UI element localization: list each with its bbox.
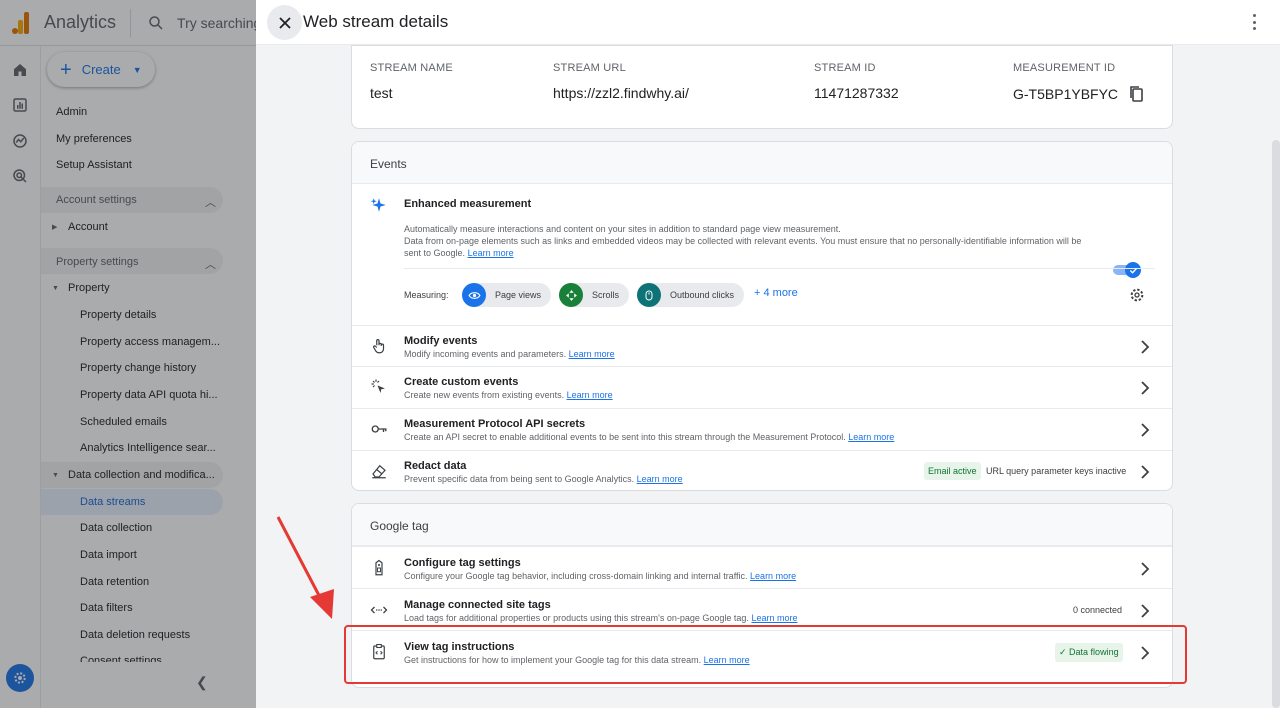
redact-data-learn-more[interactable]: Learn more: [637, 474, 683, 484]
enhanced-measurement-section: Enhanced measurement Automatically measu…: [352, 184, 1172, 325]
configure-tag-title: Configure tag settings: [404, 557, 521, 569]
eraser-icon: [372, 464, 386, 479]
google-tag-header: [352, 504, 1172, 546]
modify-events-desc-text: Modify incoming events and parameters.: [404, 349, 567, 359]
chip-scrolls-label: Scrolls: [592, 290, 620, 300]
chip-outbound-clicks[interactable]: Outbound clicks: [637, 283, 745, 307]
events-card: Events Enhanced measurement Automaticall…: [351, 141, 1173, 491]
create-custom-events-row[interactable]: Create custom events Create new events f…: [352, 366, 1172, 408]
code-arrows-icon: [370, 606, 388, 614]
chip-scrolls[interactable]: Scrolls: [559, 283, 630, 307]
events-header: [352, 142, 1172, 184]
measuring-label: Measuring:: [404, 290, 449, 300]
chevron-right-icon: [1141, 465, 1150, 479]
email-active-badge: Email active: [924, 462, 981, 480]
scroll-icon: [559, 283, 583, 307]
touch-icon: [373, 339, 385, 354]
stream-url-label: STREAM URL: [553, 62, 626, 74]
highlight-box: [344, 625, 1187, 684]
url-query-badge: URL query parameter keys inactive: [986, 466, 1127, 476]
create-custom-events-title: Create custom events: [404, 376, 519, 388]
tag-icon: [375, 559, 383, 576]
create-custom-events-desc: Create new events from existing events. …: [404, 390, 613, 400]
connected-count: 0 connected: [1073, 605, 1123, 615]
configure-tag-desc-text: Configure your Google tag behavior, incl…: [404, 571, 748, 581]
enhanced-learn-more-link[interactable]: Learn more: [468, 248, 514, 258]
redact-data-title: Redact data: [404, 460, 467, 472]
stream-name-label: STREAM NAME: [370, 62, 453, 74]
measurement-id-row: G-T5BP1YBFYC: [1013, 85, 1144, 103]
redact-data-desc-text: Prevent specific data from being sent to…: [404, 474, 635, 484]
annotation-arrow-icon: [276, 516, 334, 619]
create-custom-events-learn-more[interactable]: Learn more: [567, 390, 613, 400]
stream-id-label: STREAM ID: [814, 62, 876, 74]
measurement-id-label: MEASUREMENT ID: [1013, 62, 1116, 74]
modify-events-learn-more[interactable]: Learn more: [569, 349, 615, 359]
manage-connected-tags-title: Manage connected site tags: [404, 599, 551, 611]
measurement-id-value: G-T5BP1YBFYC: [1013, 86, 1119, 102]
google-tag-title: Google tag: [370, 519, 429, 533]
close-icon: [278, 16, 291, 29]
measurement-protocol-learn-more[interactable]: Learn more: [848, 432, 894, 442]
create-custom-events-desc-text: Create new events from existing events.: [404, 390, 565, 400]
enhanced-measurement-toggle[interactable]: [1113, 262, 1141, 278]
modify-events-row[interactable]: Modify events Modify incoming events and…: [352, 325, 1172, 366]
redact-data-row[interactable]: Redact data Prevent specific data from b…: [352, 450, 1172, 490]
panel-header: Web stream details: [256, 0, 1280, 45]
events-title: Events: [370, 157, 407, 171]
eye-icon: [462, 283, 486, 307]
stream-url-field: STREAM URL https://zzl2.findwhy.ai/: [553, 62, 689, 101]
redact-data-desc: Prevent specific data from being sent to…: [404, 474, 683, 484]
copy-icon[interactable]: [1128, 85, 1144, 103]
stream-url-value: https://zzl2.findwhy.ai/: [553, 85, 689, 101]
panel-title: Web stream details: [303, 12, 449, 31]
web-stream-details-panel: Web stream details STREAM NAME test STRE…: [256, 0, 1280, 708]
stream-info-card: STREAM NAME test STREAM URL https://zzl2…: [351, 45, 1173, 129]
chevron-right-icon: [1141, 604, 1150, 618]
scrollbar[interactable]: [1272, 140, 1280, 708]
check-icon: [1125, 262, 1141, 278]
close-button[interactable]: [267, 5, 302, 40]
chip-outbound-clicks-label: Outbound clicks: [670, 290, 735, 300]
stream-id-value: 11471287332: [814, 85, 899, 101]
measurement-protocol-desc-text: Create an API secret to enable additiona…: [404, 432, 846, 442]
chip-page-views[interactable]: Page views: [462, 283, 552, 307]
enhanced-desc-2: Data from on-page elements such as links…: [404, 236, 1082, 246]
mouse-icon: [637, 283, 661, 307]
chevron-right-icon: [1141, 340, 1150, 354]
stream-name-value: test: [370, 85, 393, 101]
measurement-protocol-desc: Create an API secret to enable additiona…: [404, 432, 894, 442]
stream-name-field: STREAM NAME test: [370, 62, 453, 101]
more-measurements-link[interactable]: + 4 more: [754, 287, 798, 299]
enhanced-divider: [404, 268, 1155, 269]
configure-tag-row[interactable]: Configure tag settings Configure your Go…: [352, 546, 1172, 588]
sparkle-icon: [370, 198, 386, 212]
enhanced-desc-3-text: sent to Google.: [404, 248, 466, 258]
enhanced-desc-3: sent to Google. Learn more: [404, 248, 514, 258]
chevron-right-icon: [1141, 381, 1150, 395]
manage-connected-tags-learn-more[interactable]: Learn more: [751, 613, 797, 623]
settings-gear-icon[interactable]: [1129, 287, 1145, 303]
configure-tag-desc: Configure your Google tag behavior, incl…: [404, 571, 796, 581]
chevron-right-icon: [1141, 562, 1150, 576]
modify-events-desc: Modify incoming events and parameters. L…: [404, 349, 615, 359]
chip-page-views-label: Page views: [495, 290, 542, 300]
key-icon: [371, 425, 387, 433]
manage-connected-tags-row[interactable]: Manage connected site tags Load tags for…: [352, 588, 1172, 630]
enhanced-measurement-title: Enhanced measurement: [404, 198, 532, 210]
stream-id-field: STREAM ID 11471287332: [814, 62, 899, 101]
enhanced-desc-1: Automatically measure interactions and c…: [404, 224, 841, 234]
chevron-right-icon: [1141, 423, 1150, 437]
measurement-protocol-row[interactable]: Measurement Protocol API secrets Create …: [352, 408, 1172, 450]
configure-tag-learn-more[interactable]: Learn more: [750, 571, 796, 581]
cursor-click-icon: [371, 379, 385, 393]
modify-events-title: Modify events: [404, 335, 478, 347]
measurement-protocol-title: Measurement Protocol API secrets: [404, 418, 586, 430]
measurement-id-field: MEASUREMENT ID G-T5BP1YBFYC: [1013, 62, 1144, 103]
modal-scrim[interactable]: [0, 0, 256, 708]
manage-connected-tags-desc: Load tags for additional properties or p…: [404, 613, 797, 623]
more-options-icon[interactable]: [1252, 14, 1256, 30]
manage-connected-tags-desc-text: Load tags for additional properties or p…: [404, 613, 749, 623]
